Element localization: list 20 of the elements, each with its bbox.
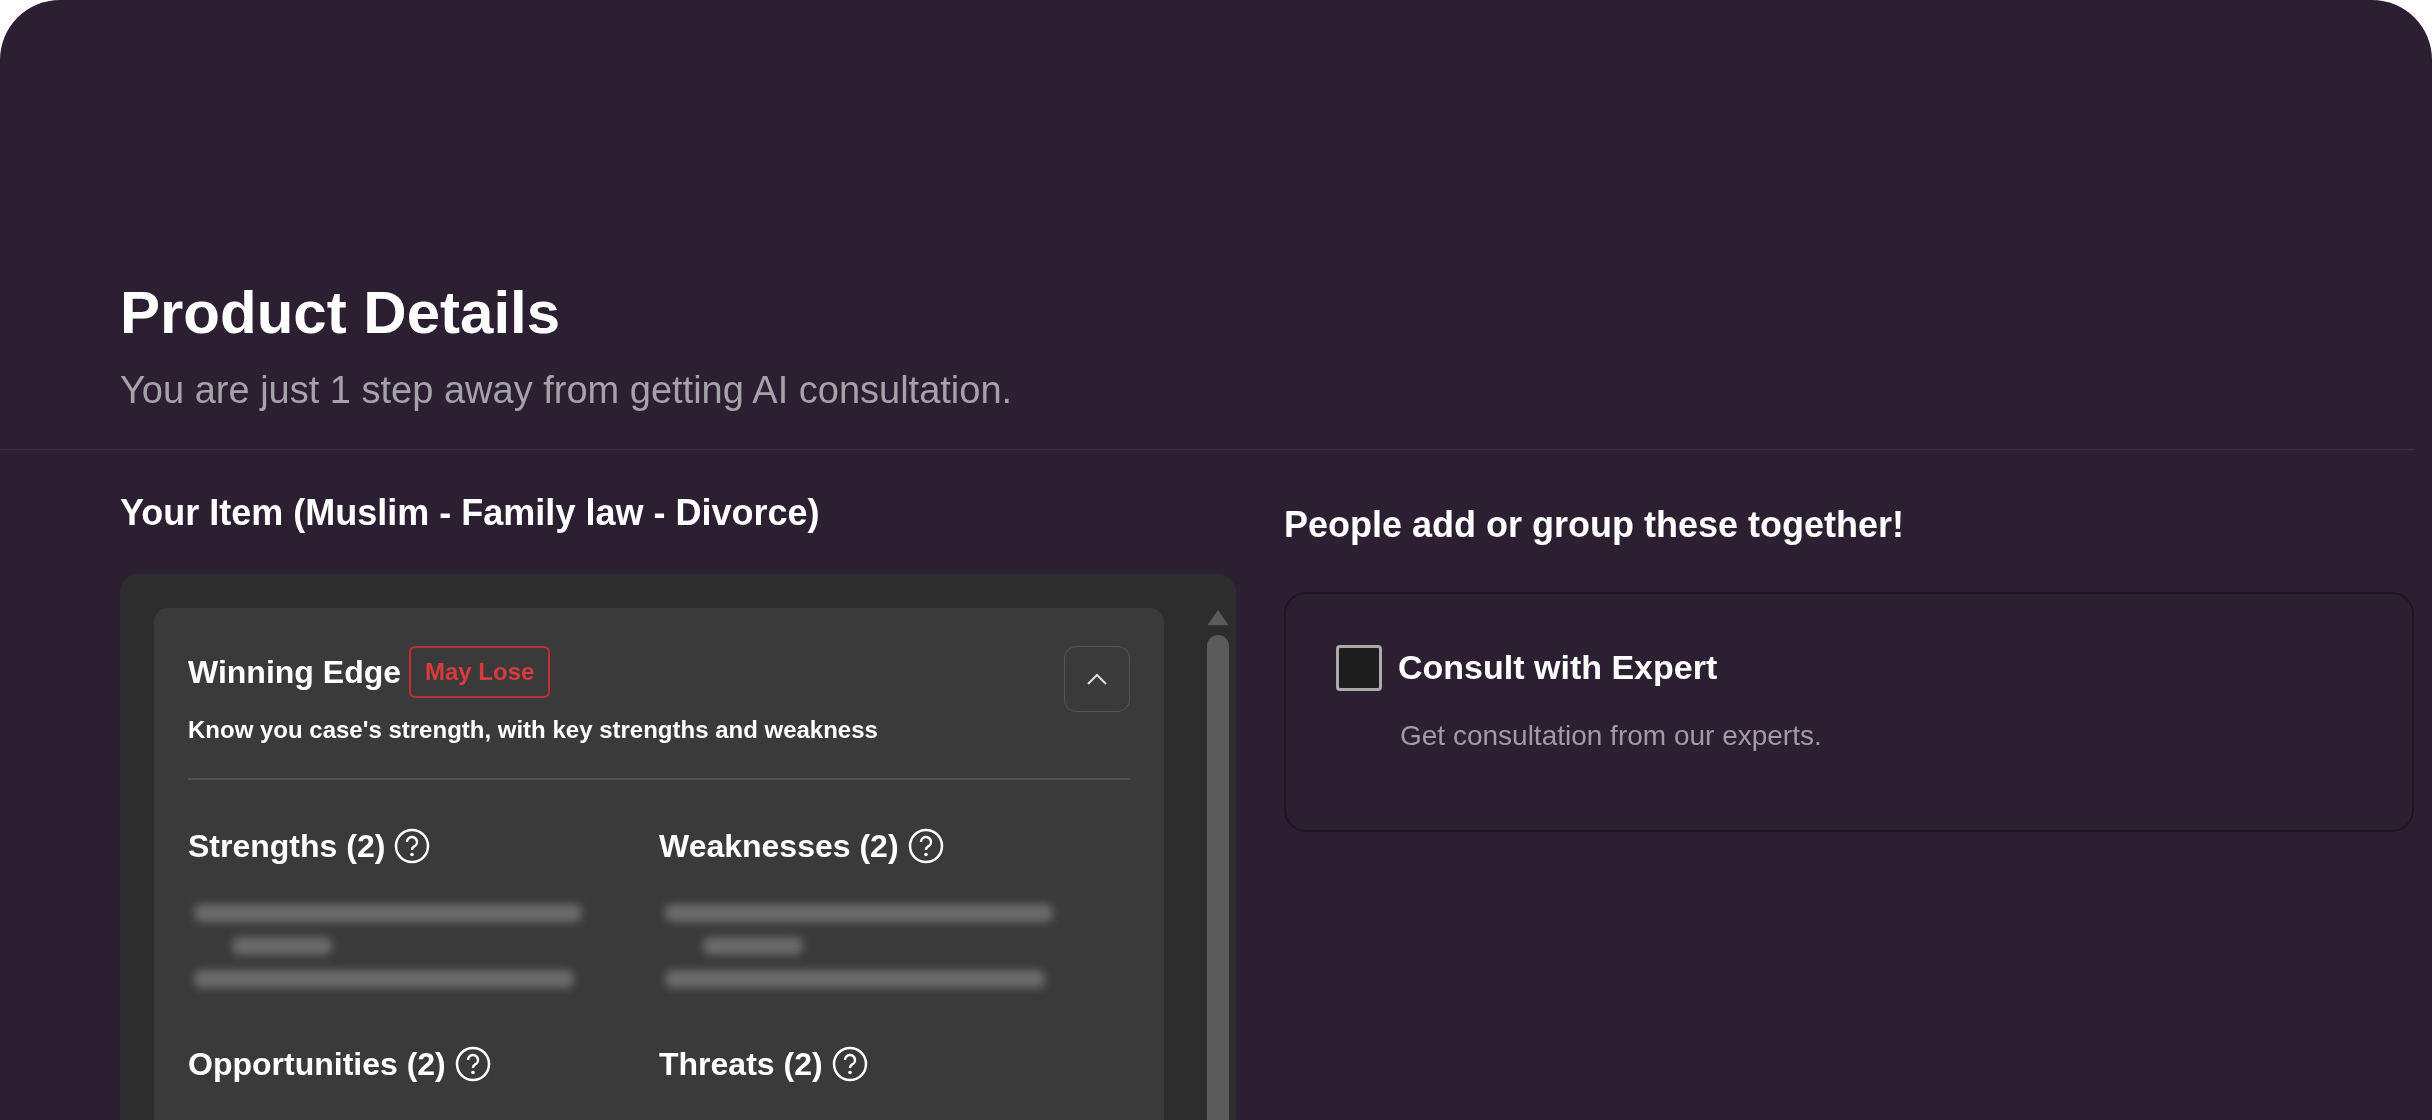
- page-title: Product Details: [120, 280, 562, 346]
- section-title: Threats (2): [659, 1045, 823, 1084]
- section-title: Weaknesses (2): [659, 827, 899, 866]
- chevron-icon: [1086, 672, 1108, 686]
- addon-title: Consult with Expert: [1398, 647, 1718, 688]
- card-title: Winning Edge: [188, 653, 401, 692]
- section-title: Opportunities (2): [188, 1045, 446, 1084]
- checkbox[interactable]: [1336, 644, 1382, 691]
- page-subtitle: You are just 1 step away from getting AI consultation.: [120, 368, 1014, 413]
- addon-description: Get consultation from our experts.: [1400, 719, 1823, 753]
- section-title: Strengths (2): [188, 827, 386, 866]
- status-badge: May Lose: [409, 646, 551, 698]
- section-heading: Your Item (Muslim - Family law - Divorce): [120, 491, 821, 535]
- card-description: Know you case's strength, with key strengths and weakness: [188, 715, 878, 745]
- section-heading: People add or group these together!: [1284, 503, 1906, 547]
- help-icon[interactable]: [906, 827, 945, 865]
- help-icon[interactable]: [830, 1045, 869, 1083]
- scrollbar-thumb[interactable]: [1207, 635, 1229, 1120]
- help-icon[interactable]: [453, 1045, 492, 1083]
- help-icon[interactable]: [393, 827, 432, 865]
